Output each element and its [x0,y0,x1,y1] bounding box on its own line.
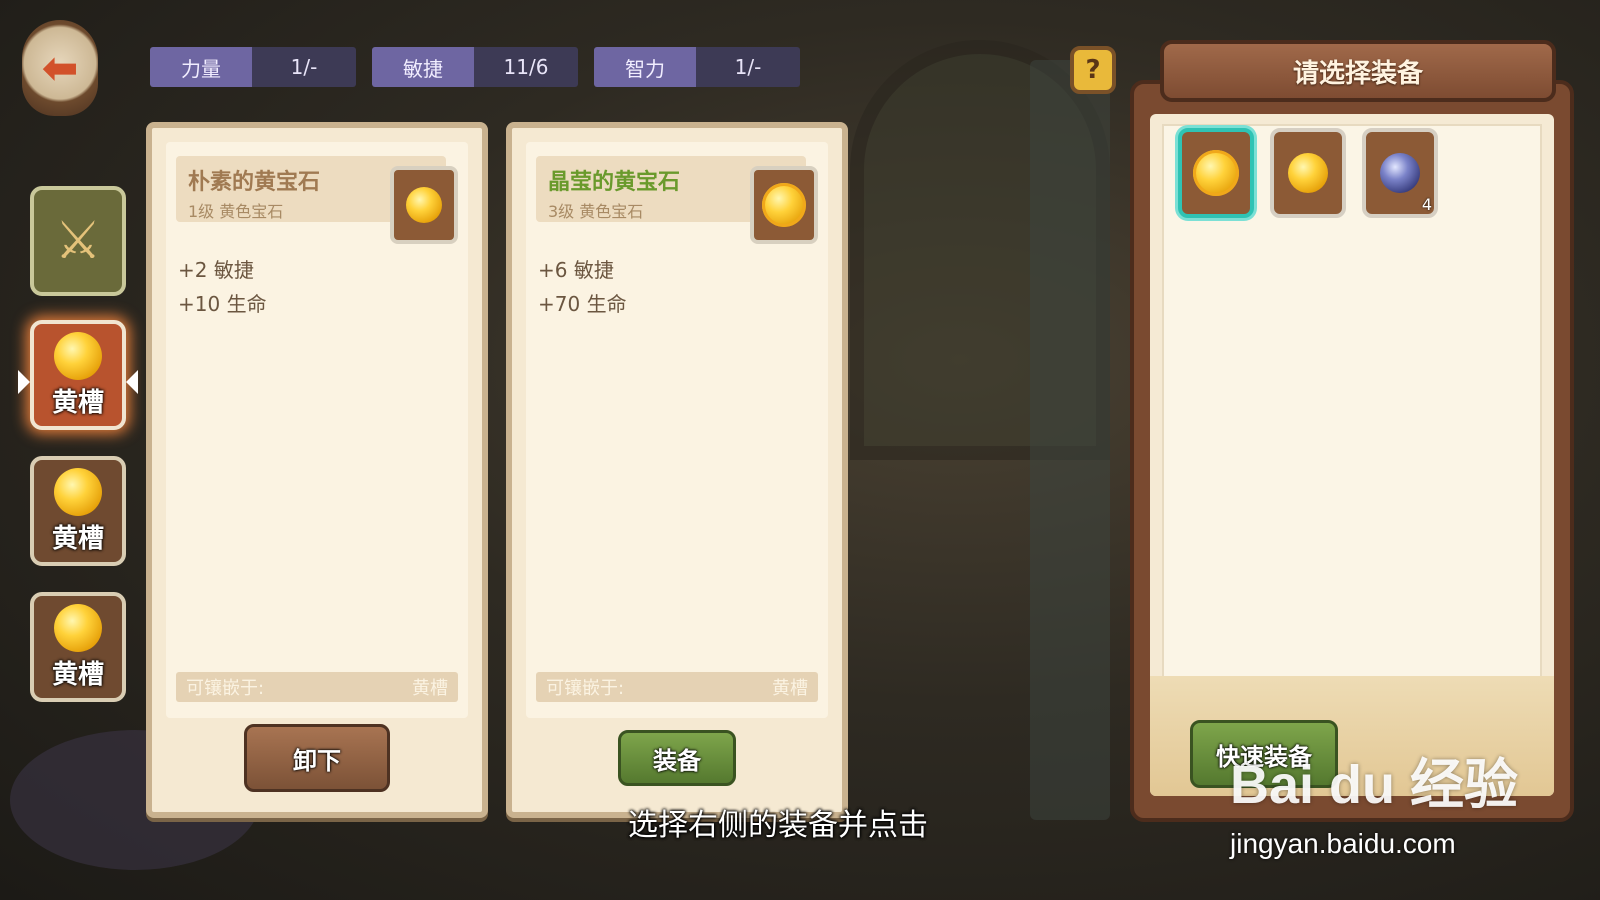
item-stat-agility: +2 敏捷 [178,258,254,282]
embed-info: 可镶嵌于: 黄槽 [176,672,458,702]
item-stat-health: +10 生命 [178,292,267,316]
selected-right-arrow-icon [126,370,138,394]
crossbow-icon: ⚔ [54,211,102,271]
slot-tab-label: 黄槽 [51,523,104,554]
item-count: 4 [1421,195,1432,214]
back-arrow-icon: ⬅ [41,42,79,94]
item-stat-agility: +6 敏捷 [538,258,614,282]
inventory-slot[interactable]: 4 [1362,128,1438,218]
stat-intellect-value: 1/- [696,47,800,87]
unequip-button[interactable]: 卸下 [244,724,390,792]
back-button[interactable]: ⬅ [22,20,98,116]
yellow-gem-icon [54,603,102,652]
yellow-gem-icon [406,187,442,223]
slot-tab-yellow-2[interactable]: 黄槽 [30,456,126,566]
stat-strength: 力量 1/- [150,47,356,87]
card-body: 晶莹的黄宝石 3级 黄色宝石 +6 敏捷 +70 生命 可镶嵌于: 黄槽 [526,142,828,718]
crystal-yellow-gem-icon [1193,150,1239,196]
item-icon-frame [390,166,458,244]
item-icon-frame [750,166,818,244]
slot-tab-weapon[interactable]: ⚔ [30,186,126,296]
selected-left-arrow-icon [18,370,30,394]
slot-tab-label: 黄槽 [51,659,104,690]
stat-intellect-name: 智力 [594,47,696,87]
stat-strength-value: 1/- [252,47,356,87]
item-subtitle: 1级 黄色宝石 [188,202,284,221]
stat-agility-value: 11/6 [474,47,578,87]
stat-agility-name: 敏捷 [372,47,474,87]
inventory-slot[interactable] [1178,128,1254,218]
stat-strength-name: 力量 [150,47,252,87]
yellow-gem-icon [54,467,102,516]
baidu-watermark-logo: Bai du 经验 [1230,755,1519,815]
item-stat-health: +70 生命 [538,292,627,316]
slot-tab-yellow-1[interactable]: 黄槽 [30,320,126,430]
embed-value: 黄槽 [772,678,808,699]
stat-agility: 敏捷 11/6 [372,47,578,87]
video-caption: 选择右侧的装备并点击 [628,808,928,843]
blue-gem-icon [1380,153,1420,193]
slot-tab-label: 黄槽 [51,387,104,418]
embed-info: 可镶嵌于: 黄槽 [536,672,818,702]
item-name: 朴素的黄宝石 [188,170,321,195]
question-mark-icon: ? [1085,55,1101,85]
embed-label: 可镶嵌于: [186,678,265,699]
background-shelf [1030,60,1110,820]
embed-value: 黄槽 [412,678,448,699]
equip-button[interactable]: 装备 [618,730,736,786]
panel-title: 请选择装备 [1160,40,1556,102]
slot-tab-yellow-3[interactable]: 黄槽 [30,592,126,702]
yellow-gem-icon [54,331,102,380]
item-name: 晶莹的黄宝石 [548,170,681,195]
candidate-item-card: 晶莹的黄宝石 3级 黄色宝石 +6 敏捷 +70 生命 可镶嵌于: 黄槽 装备 [506,122,848,818]
crystal-yellow-gem-icon [762,183,806,227]
watermark-url: jingyan.baidu.com [1230,828,1456,859]
embed-label: 可镶嵌于: [546,678,625,699]
stat-intellect: 智力 1/- [594,47,800,87]
help-book-button[interactable]: ? [1070,46,1116,94]
yellow-gem-icon [1288,153,1328,193]
inventory-slot[interactable] [1270,128,1346,218]
card-body: 朴素的黄宝石 1级 黄色宝石 +2 敏捷 +10 生命 可镶嵌于: 黄槽 [166,142,468,718]
item-subtitle: 3级 黄色宝石 [548,202,644,221]
current-item-card: 朴素的黄宝石 1级 黄色宝石 +2 敏捷 +10 生命 可镶嵌于: 黄槽 卸下 [146,122,488,818]
